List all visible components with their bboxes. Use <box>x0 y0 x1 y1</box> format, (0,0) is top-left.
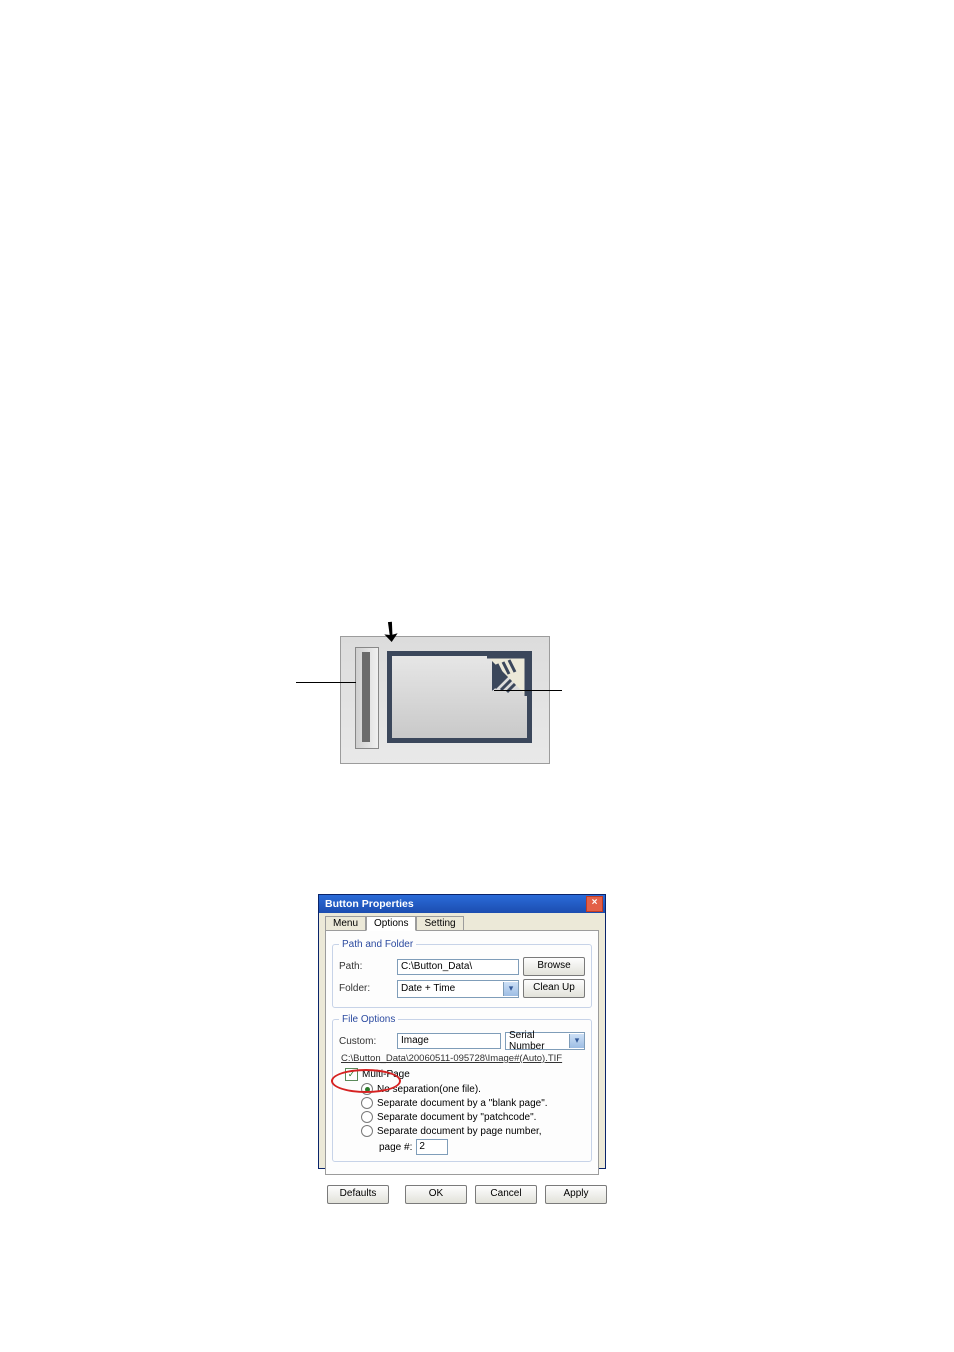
numbering-combo[interactable]: Serial Number ▾ <box>505 1032 585 1050</box>
ok-button[interactable]: OK <box>405 1185 467 1204</box>
folder-combo[interactable]: Date + Time ▾ <box>397 980 519 998</box>
label-path: Path: <box>339 961 393 972</box>
multipage-label: Multi-Page <box>362 1069 410 1080</box>
path-input[interactable]: C:\Button_Data\ <box>397 959 519 975</box>
document-icon <box>387 651 532 743</box>
label-page-number: page #: <box>379 1142 412 1153</box>
multipage-checkbox[interactable]: ✓ <box>345 1068 358 1081</box>
cancel-button[interactable]: Cancel <box>475 1185 537 1204</box>
legend-file-options: File Options <box>339 1014 398 1025</box>
scanner-button-icon <box>340 636 550 764</box>
dialog-footer: Defaults OK Cancel Apply <box>319 1181 605 1210</box>
apply-button[interactable]: Apply <box>545 1185 607 1204</box>
legend-path-and-folder: Path and Folder <box>339 939 416 950</box>
group-file-options: File Options Custom: Image Serial Number… <box>332 1014 592 1162</box>
page-number-input[interactable]: 2 <box>416 1139 448 1155</box>
custom-input[interactable]: Image <box>397 1033 501 1049</box>
chevron-down-icon: ▾ <box>503 982 518 996</box>
numbering-combo-value: Serial Number <box>506 1030 569 1052</box>
group-path-and-folder: Path and Folder Path: C:\Button_Data\ Br… <box>332 939 592 1008</box>
chevron-down-icon: ▾ <box>569 1034 584 1048</box>
leader-line-right <box>494 690 562 691</box>
radio-blank-page-label: Separate document by a "blank page". <box>377 1098 548 1109</box>
browse-button[interactable]: Browse <box>523 957 585 976</box>
radio-patchcode[interactable] <box>361 1111 373 1123</box>
leader-line-left <box>296 682 356 683</box>
dialog-title: Button Properties <box>325 895 414 913</box>
close-icon[interactable]: × <box>586 896 603 912</box>
filename-preview: C:\Button_Data\20060511-095728\Image#(Au… <box>341 1053 585 1064</box>
tab-options[interactable]: Options <box>366 916 416 931</box>
tab-panel-options: Path and Folder Path: C:\Button_Data\ Br… <box>325 930 599 1175</box>
folder-combo-value: Date + Time <box>398 983 503 994</box>
label-custom: Custom: <box>339 1036 393 1047</box>
defaults-button[interactable]: Defaults <box>327 1185 389 1204</box>
radio-no-separation-label: No separation(one file). <box>377 1084 481 1095</box>
tab-strip: Menu Options Setting <box>325 916 605 930</box>
radio-patchcode-label: Separate document by "patchcode". <box>377 1112 536 1123</box>
radio-no-separation[interactable] <box>361 1083 373 1095</box>
button-properties-dialog: Button Properties × Menu Options Setting… <box>318 894 606 1169</box>
feeder-slot <box>355 647 379 749</box>
tab-setting[interactable]: Setting <box>416 916 463 930</box>
label-folder: Folder: <box>339 983 393 994</box>
radio-page-number[interactable] <box>361 1125 373 1137</box>
radio-blank-page[interactable] <box>361 1097 373 1109</box>
cleanup-button[interactable]: Clean Up <box>523 979 585 998</box>
titlebar[interactable]: Button Properties × <box>319 895 605 913</box>
radio-page-number-label: Separate document by page number, <box>377 1126 542 1137</box>
tab-menu[interactable]: Menu <box>325 916 366 930</box>
